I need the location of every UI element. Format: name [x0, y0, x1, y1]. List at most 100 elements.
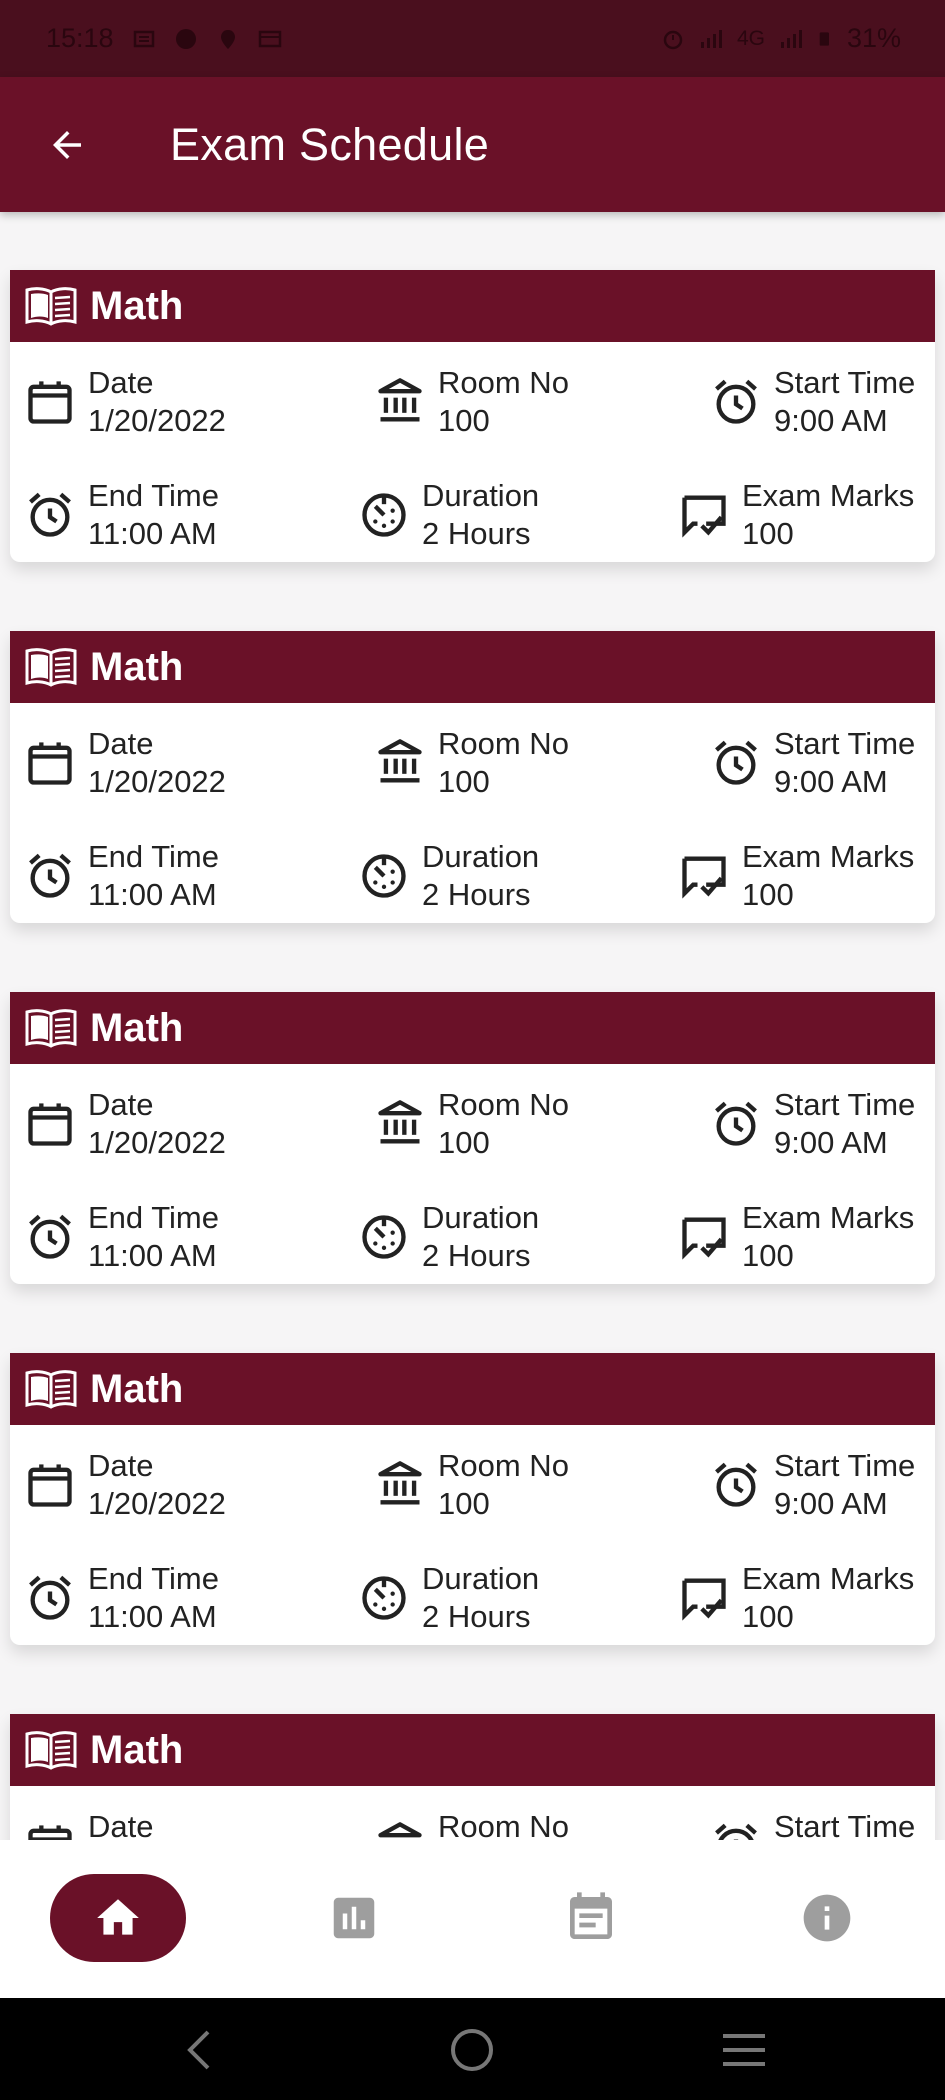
exam-marks-value: 100 — [742, 1238, 794, 1273]
system-back-button[interactable] — [170, 2020, 230, 2080]
exam-start-time-label: Start Time — [774, 1087, 916, 1122]
exam-end-time: End Time 11:00 AM — [22, 1199, 219, 1275]
exam-card-header: Math — [10, 992, 935, 1064]
book-icon — [25, 1370, 77, 1409]
exam-date: Date1/20/2022 — [22, 364, 226, 440]
exam-start-time: Start Time9:00 AM — [708, 1808, 915, 1840]
nav-calendar[interactable] — [547, 1874, 635, 1962]
exam-card[interactable]: MathDate1/20/2022Room No100Start Time9:0… — [10, 992, 935, 1284]
system-recents-button[interactable] — [714, 2020, 774, 2080]
exam-end-time: End Time 11:00 AM — [22, 838, 219, 914]
exam-room-label: Room No — [438, 1448, 569, 1483]
calendar-icon — [28, 1464, 72, 1507]
exam-start-time-label: Start Time — [774, 1448, 916, 1483]
exam-date-value: 1/20/2022 — [88, 1125, 226, 1160]
exam-room: Room No100 — [372, 1447, 569, 1523]
exam-card-header: Math — [10, 1714, 935, 1786]
exam-start-time-label: Start Time — [774, 365, 916, 400]
exam-date: Date1/20/2022 — [22, 1808, 226, 1840]
exam-subject: Math — [90, 644, 184, 689]
exam-card-body: Date1/20/2022Room No100Start Time9:00 AM… — [10, 342, 935, 562]
menu-icon — [723, 2034, 765, 2066]
bottom-nav — [0, 1840, 945, 1998]
comment-check-icon — [682, 1578, 726, 1621]
exam-card[interactable]: MathDate1/20/2022Room No100Start Time9:0… — [10, 1714, 935, 1840]
exam-start-time-value: 9:00 AM — [774, 1125, 888, 1160]
exam-card[interactable]: MathDate1/20/2022Room No100Start Time9:0… — [10, 1353, 935, 1645]
back-button[interactable] — [32, 110, 102, 180]
exam-date-value: 1/20/2022 — [88, 764, 226, 799]
exam-card-header: Math — [10, 1353, 935, 1425]
exam-duration-label: Duration — [422, 478, 540, 513]
exam-duration: Duration 2 Hours — [356, 477, 539, 553]
exam-card-body: Date1/20/2022Room No100Start Time9:00 AM… — [10, 1425, 935, 1645]
calendar-icon — [28, 742, 72, 785]
app-bar: Exam Schedule — [0, 77, 945, 212]
exam-room-label: Room No — [438, 726, 569, 761]
status-bar: 15:18 4G 31% — [0, 0, 945, 77]
exam-marks-label: Exam Marks — [742, 1561, 915, 1596]
battery-level: 31% — [846, 23, 901, 53]
location-icon — [220, 29, 235, 49]
exam-start-time: Start Time9:00 AM — [708, 1447, 915, 1523]
exam-marks-label: Exam Marks — [742, 1200, 915, 1235]
book-icon — [25, 1731, 77, 1770]
calendar-icon — [28, 1103, 72, 1146]
exam-marks: Exam Marks 100 — [676, 1560, 914, 1636]
exam-start-time-value: 9:00 AM — [774, 1486, 888, 1521]
comment-check-icon — [682, 856, 726, 899]
exam-duration-value: 2 Hours — [422, 516, 531, 551]
exam-room-value: 100 — [438, 764, 490, 799]
bank-icon — [378, 1822, 422, 1838]
exam-date-label: Date — [88, 726, 154, 761]
exam-marks: Exam Marks 100 — [676, 838, 914, 914]
calendar-note-icon — [570, 1892, 612, 1939]
page-title: Exam Schedule — [170, 118, 490, 170]
exam-card-body: Date1/20/2022 Room No100 Start Time9:00 AM… — [10, 703, 935, 923]
bank-icon — [378, 1461, 422, 1505]
bar-chart-icon — [333, 1897, 375, 1939]
timer-icon — [362, 493, 406, 537]
comment-check-icon — [682, 495, 726, 538]
exam-marks: Exam Marks 100 — [676, 1199, 914, 1275]
exam-duration-label: Duration — [422, 1200, 540, 1235]
exam-end-time-label: End Time — [88, 1200, 219, 1235]
exam-start-time-label: Start Time — [774, 726, 916, 761]
exam-date-label: Date — [88, 1448, 154, 1483]
signal-icon-2 — [780, 29, 802, 48]
exam-room-label: Room No — [438, 1809, 569, 1840]
circle-home-icon — [451, 2029, 493, 2071]
exam-subject: Math — [90, 1005, 184, 1050]
timer-icon — [362, 1215, 406, 1259]
exam-date: Date1/20/2022 — [22, 1086, 226, 1162]
alarm-clock-icon — [715, 1462, 757, 1507]
exam-card-body: Date1/20/2022Room No100Start Time9:00 AM… — [10, 1064, 935, 1284]
exam-list[interactable]: Math Date 1/20/2022 Room No 100 Start Time 9:0… — [0, 212, 945, 1840]
exam-end-time-value: 11:00 AM — [88, 877, 217, 912]
exam-start-time: Start Time9:00 AM — [708, 1086, 915, 1162]
chevron-left-icon — [187, 2030, 210, 2070]
exam-duration-label: Duration — [422, 839, 540, 874]
alarm-clock-icon — [29, 853, 71, 898]
alarm-clock-icon — [715, 379, 757, 424]
system-home-button[interactable] — [442, 2020, 502, 2080]
exam-marks-value: 100 — [742, 1599, 794, 1634]
exam-date-value: 1/20/2022 — [88, 1486, 226, 1521]
exam-end-time: End Time 11:00 AM — [22, 477, 219, 553]
exam-subject: Math — [90, 1366, 184, 1411]
nav-info[interactable] — [783, 1874, 871, 1962]
nav-stats[interactable] — [310, 1874, 398, 1962]
nav-home[interactable] — [50, 1874, 186, 1962]
bank-icon — [378, 378, 422, 422]
exam-start-time-value: 9:00 AM — [774, 764, 888, 799]
exam-card[interactable]: Math Date1/20/2022 Room No100 Start Time9:0… — [10, 631, 935, 923]
exam-marks-label: Exam Marks — [742, 839, 915, 874]
exam-end-time-value: 11:00 AM — [88, 1599, 217, 1634]
calendar-icon — [28, 1825, 72, 1840]
bank-icon — [378, 739, 422, 783]
exam-card[interactable]: MathDate1/20/2022Room No100Start Time9:0… — [10, 270, 935, 562]
network-type: 4G — [736, 26, 765, 50]
bank-icon — [378, 1100, 422, 1144]
exam-date-label: Date — [88, 1087, 154, 1122]
system-nav-bar — [0, 1998, 945, 2100]
